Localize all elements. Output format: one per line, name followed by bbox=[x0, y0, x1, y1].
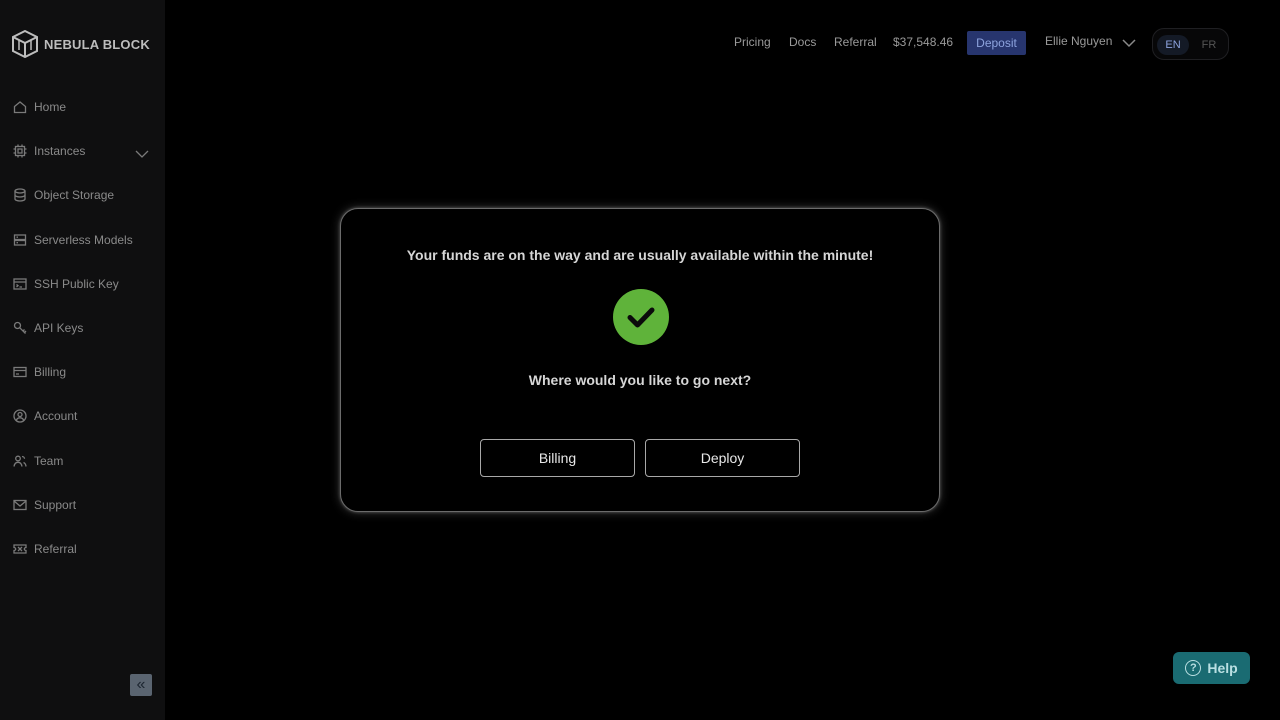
ticket-icon bbox=[12, 542, 27, 557]
sidebar-item-support[interactable]: Support bbox=[12, 495, 153, 515]
user-menu[interactable]: Ellie Nguyen bbox=[1045, 34, 1112, 48]
database-icon bbox=[12, 188, 27, 203]
mail-icon bbox=[12, 498, 27, 513]
sidebar-item-serverless-models[interactable]: Serverless Models bbox=[12, 230, 153, 250]
sidebar: NEBULA BLOCK Home Instances Object Stora… bbox=[0, 0, 165, 720]
dialog-message: Your funds are on the way and are usuall… bbox=[406, 247, 874, 263]
sidebar-item-label: Referral bbox=[34, 542, 77, 556]
sidebar-item-label: API Keys bbox=[34, 321, 84, 335]
home-icon bbox=[12, 100, 27, 115]
chevron-down-icon[interactable] bbox=[1121, 36, 1137, 50]
language-switcher: EN FR bbox=[1152, 28, 1229, 60]
deploy-button[interactable]: Deploy bbox=[645, 439, 800, 477]
pricing-link[interactable]: Pricing bbox=[734, 35, 771, 49]
sidebar-item-label: Team bbox=[34, 454, 64, 468]
server-icon bbox=[12, 233, 27, 248]
sidebar-item-ssh-public-key[interactable]: SSH Public Key bbox=[12, 274, 153, 294]
sidebar-item-label: Account bbox=[34, 409, 78, 423]
deposit-success-dialog: Your funds are on the way and are usuall… bbox=[340, 208, 940, 512]
sidebar-item-label: Support bbox=[34, 498, 77, 512]
sidebar-item-label: Serverless Models bbox=[34, 233, 133, 247]
sidebar-item-object-storage[interactable]: Object Storage bbox=[12, 185, 153, 205]
sidebar-item-account[interactable]: Account bbox=[12, 406, 153, 426]
sidebar-item-instances[interactable]: Instances bbox=[12, 141, 153, 161]
sidebar-item-home[interactable]: Home bbox=[12, 97, 153, 117]
sidebar-item-label: Instances bbox=[34, 144, 86, 158]
team-icon bbox=[12, 454, 27, 469]
help-label: Help bbox=[1207, 660, 1238, 676]
collapse-sidebar-button[interactable]: « bbox=[130, 674, 152, 696]
sidebar-item-label: Billing bbox=[34, 365, 67, 379]
chevron-down-icon[interactable] bbox=[135, 147, 149, 161]
account-balance: $37,548.46 bbox=[893, 35, 954, 49]
cpu-icon bbox=[12, 144, 27, 159]
success-check-icon bbox=[613, 289, 669, 345]
sidebar-item-label: SSH Public Key bbox=[34, 277, 119, 291]
top-header: Pricing Docs Referral $37,548.46 Deposit… bbox=[0, 28, 1280, 60]
question-circle-icon: ? bbox=[1185, 660, 1202, 676]
sidebar-item-label: Home bbox=[34, 100, 67, 114]
lang-en-option[interactable]: EN bbox=[1157, 35, 1189, 55]
sidebar-item-team[interactable]: Team bbox=[12, 451, 153, 471]
sidebar-item-api-keys[interactable]: API Keys bbox=[12, 318, 153, 338]
docs-link[interactable]: Docs bbox=[789, 35, 816, 49]
key-icon bbox=[12, 321, 27, 336]
double-chevron-left-icon: « bbox=[136, 676, 146, 693]
sidebar-item-label: Object Storage bbox=[34, 188, 115, 202]
help-button[interactable]: ? Help bbox=[1173, 652, 1250, 684]
dialog-question: Where would you like to go next? bbox=[528, 372, 752, 388]
lang-fr-option[interactable]: FR bbox=[1193, 35, 1225, 55]
credit-card-icon bbox=[12, 365, 27, 380]
referral-link[interactable]: Referral bbox=[834, 35, 877, 49]
deposit-button[interactable]: Deposit bbox=[967, 31, 1026, 55]
terminal-icon bbox=[12, 277, 27, 292]
billing-button[interactable]: Billing bbox=[480, 439, 635, 477]
sidebar-item-billing[interactable]: Billing bbox=[12, 362, 153, 382]
sidebar-item-referral[interactable]: Referral bbox=[12, 539, 153, 559]
user-circle-icon bbox=[12, 409, 27, 424]
